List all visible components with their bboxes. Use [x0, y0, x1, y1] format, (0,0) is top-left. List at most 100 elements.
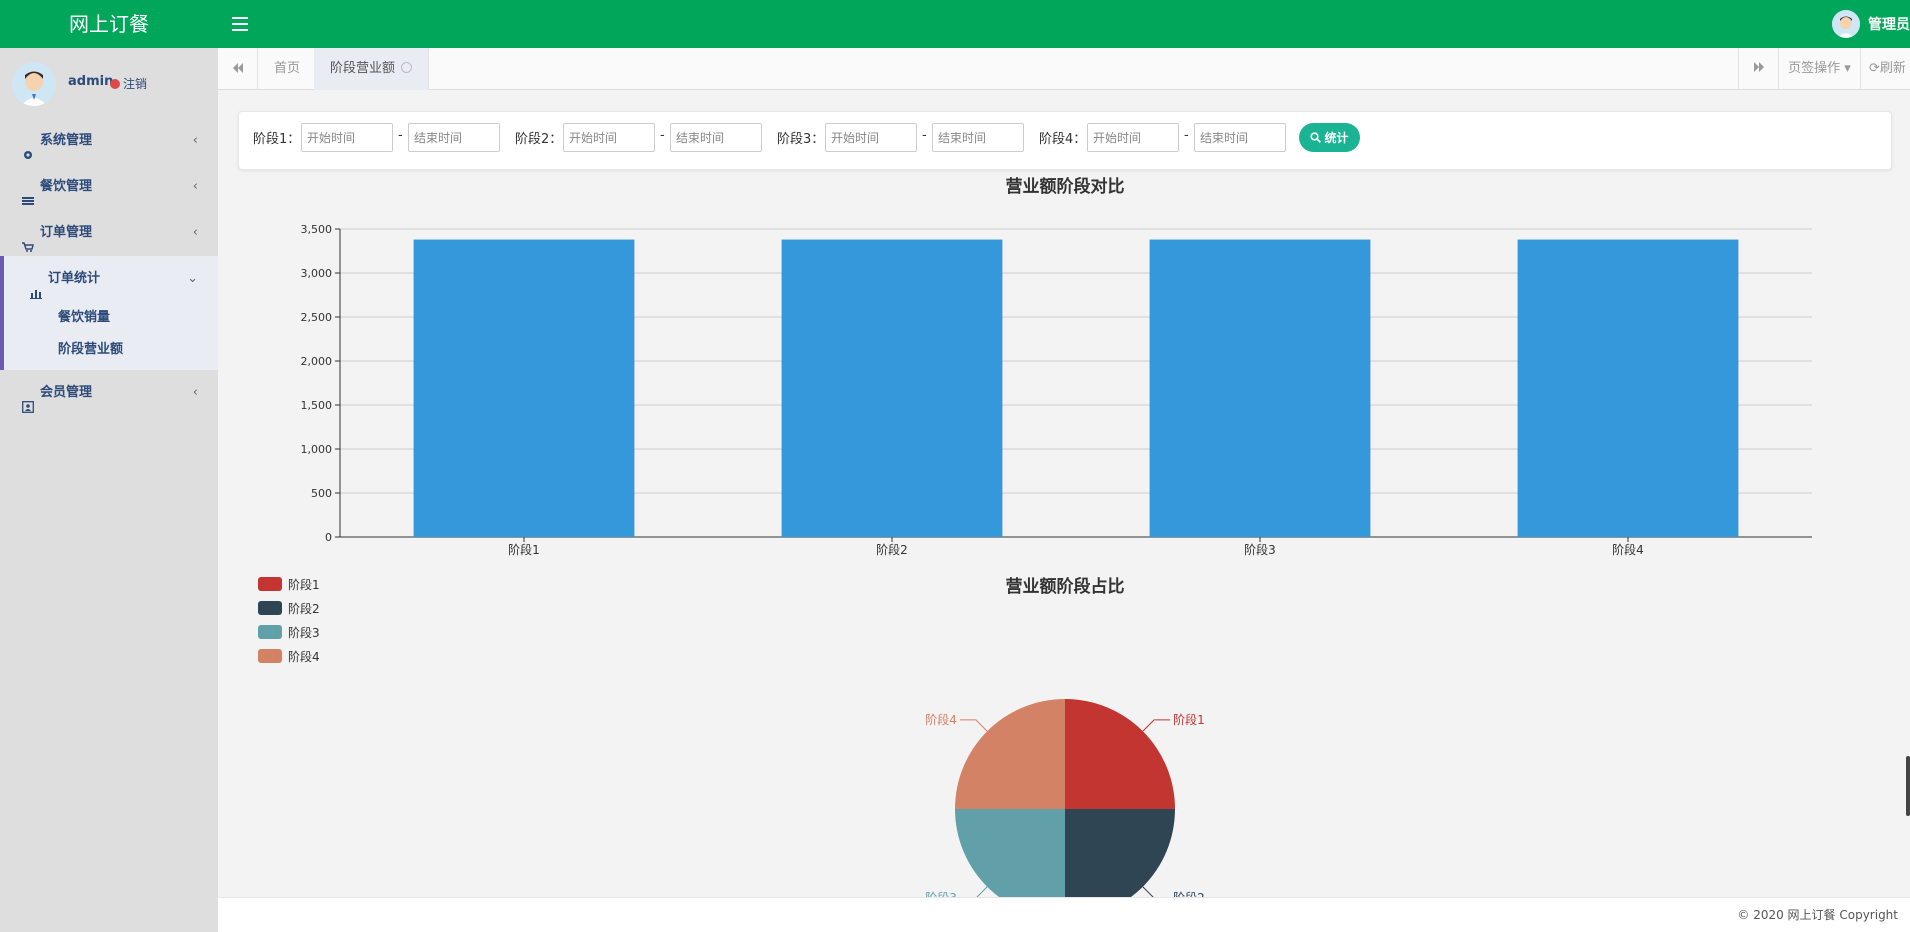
stage3-start-input[interactable] — [825, 123, 917, 152]
sidebar-item-label: 订单统计 — [48, 271, 101, 286]
scrollbar-handle[interactable] — [1906, 756, 1910, 816]
sidebar-item-label: 餐饮管理 — [40, 179, 93, 194]
y-tick-label: 3,000 — [301, 267, 333, 280]
refresh-label: 刷新 — [1879, 61, 1906, 76]
pie-label: 阶段4 — [925, 712, 957, 727]
stage4-end-input[interactable] — [1194, 123, 1286, 152]
pie-label-line — [1142, 719, 1171, 732]
tab-stage-revenue[interactable]: 阶段营业额 — [314, 48, 430, 90]
chevron-left-icon: ‹ — [192, 179, 198, 194]
menu-toggle-icon[interactable] — [232, 13, 248, 35]
y-tick-label: 2,000 — [301, 355, 333, 368]
chevron-left-icon: ‹ — [192, 133, 198, 148]
pie-label: 阶段3 — [925, 890, 957, 897]
admin-menu[interactable]: 管理员 — [1832, 9, 1910, 39]
cart-icon — [22, 227, 34, 252]
legend-item-stage1[interactable]: 阶段1 — [258, 572, 320, 596]
copyright: © 2020 网上订餐 Copyright — [1737, 908, 1898, 922]
tab-scroll-right-button[interactable] — [1738, 48, 1778, 90]
gear-icon — [22, 135, 34, 159]
sidebar-item-orders[interactable]: 订单管理 ‹ — [0, 210, 218, 256]
y-tick-label: 2,500 — [301, 311, 333, 324]
sidebar-item-label: 会员管理 — [40, 385, 93, 400]
stage1-end-input[interactable] — [408, 123, 500, 152]
y-tick-label: 3,500 — [301, 223, 333, 236]
logout-icon — [110, 78, 120, 89]
pie-slice[interactable] — [1065, 809, 1175, 897]
page-ops-label: 页签操作 — [1788, 61, 1841, 76]
x-tick-label: 阶段3 — [1244, 542, 1276, 557]
pie-slice[interactable] — [955, 699, 1065, 809]
pie-slice[interactable] — [1065, 699, 1175, 809]
close-icon[interactable] — [401, 62, 413, 73]
sidebar-item-dining[interactable]: 餐饮管理 ‹ — [0, 164, 218, 210]
stage3-end-input[interactable] — [932, 123, 1024, 152]
pie-chart-title: 营业额阶段占比 — [1005, 577, 1125, 597]
legend-label: 阶段1 — [288, 577, 320, 592]
x-tick-label: 阶段1 — [508, 542, 540, 557]
caret-down-icon: ▾ — [1840, 61, 1851, 76]
stage3-label: 阶段3： — [777, 132, 825, 147]
dash: - — [398, 128, 403, 143]
y-tick-label: 1,000 — [301, 443, 333, 456]
bar[interactable] — [1149, 239, 1371, 537]
y-tick-label: 0 — [325, 531, 332, 544]
x-tick-label: 阶段2 — [876, 542, 908, 557]
bar-chart-icon — [30, 273, 42, 299]
pie-label-line — [1142, 886, 1154, 897]
sidebar-subitem-dining-sales[interactable]: 餐饮销量 — [4, 302, 218, 334]
footer: © 2020 网上订餐 Copyright — [218, 897, 1910, 932]
double-chevron-left-icon — [232, 62, 244, 77]
y-tick-label: 500 — [311, 487, 332, 500]
pie-label-line — [976, 886, 988, 897]
double-chevron-right-icon — [1753, 61, 1765, 76]
tab-label: 阶段营业额 — [330, 61, 396, 76]
x-tick-label: 阶段4 — [1612, 542, 1644, 557]
top-bar: 网上订餐 管理员 — [0, 0, 1910, 48]
sidebar-item-members[interactable]: 会员管理 ‹ — [0, 370, 218, 416]
sidebar: admin 注销 系统管理 ‹ 餐饮管理 ‹ 订单管理 ‹ 订单统计 ⌄ 餐饮销… — [0, 48, 218, 932]
stage2-start-input[interactable] — [563, 123, 655, 152]
sidebar-item-label: 订单管理 — [40, 225, 93, 240]
admin-label: 管理员 — [1868, 17, 1910, 33]
pie-slice[interactable] — [955, 809, 1065, 897]
y-tick-label: 1,500 — [301, 399, 333, 412]
dash: - — [660, 128, 665, 143]
stage2-end-input[interactable] — [670, 123, 762, 152]
chevron-down-icon: ⌄ — [187, 271, 198, 286]
bar-chart-title: 营业额阶段对比 — [1005, 177, 1125, 197]
pie-label-line — [959, 719, 988, 732]
user-panel: admin 注销 — [0, 48, 218, 118]
logout-label: 注销 — [123, 77, 148, 91]
stage4-start-input[interactable] — [1087, 123, 1179, 152]
page-ops-dropdown[interactable]: 页签操作 ▾ — [1778, 48, 1860, 90]
tab-home[interactable]: 首页 — [258, 48, 318, 90]
bar[interactable] — [413, 239, 635, 537]
sidebar-subitem-stage-revenue[interactable]: 阶段营业额 — [4, 334, 218, 366]
stat-button-label: 统计 — [1324, 131, 1349, 145]
bar[interactable] — [1517, 239, 1739, 537]
logout-link[interactable]: 注销 — [110, 75, 147, 92]
chevron-left-icon: ‹ — [192, 385, 198, 400]
sidebar-submenu: 餐饮销量 阶段营业额 — [0, 302, 218, 370]
avatar — [1832, 10, 1860, 38]
app-title: 网上订餐 — [69, 12, 149, 36]
sidebar-item-order-stats[interactable]: 订单统计 ⌄ — [0, 256, 218, 302]
tab-bar: 首页 阶段营业额 页签操作 ▾ ⟳刷新 — [218, 48, 1910, 90]
pie-label: 阶段1 — [1173, 712, 1205, 727]
stage1-start-input[interactable] — [301, 123, 393, 152]
bar[interactable] — [781, 239, 1003, 537]
search-icon — [1310, 132, 1322, 143]
sidebar-item-system[interactable]: 系统管理 ‹ — [0, 118, 218, 164]
sidebar-item-label: 系统管理 — [40, 133, 93, 148]
member-icon — [22, 387, 34, 413]
refresh-button[interactable]: ⟳刷新 — [1860, 48, 1910, 90]
dash: - — [1184, 128, 1189, 143]
tab-scroll-left-button[interactable] — [218, 48, 258, 90]
pie-chart: 阶段1 阶段2 阶段3 阶段4 — [925, 699, 1205, 897]
stat-button[interactable]: 统计 — [1299, 123, 1360, 152]
stage4-label: 阶段4： — [1039, 132, 1087, 147]
list-icon — [22, 181, 34, 205]
legend-swatch — [258, 577, 282, 591]
user-name: admin — [68, 74, 114, 89]
